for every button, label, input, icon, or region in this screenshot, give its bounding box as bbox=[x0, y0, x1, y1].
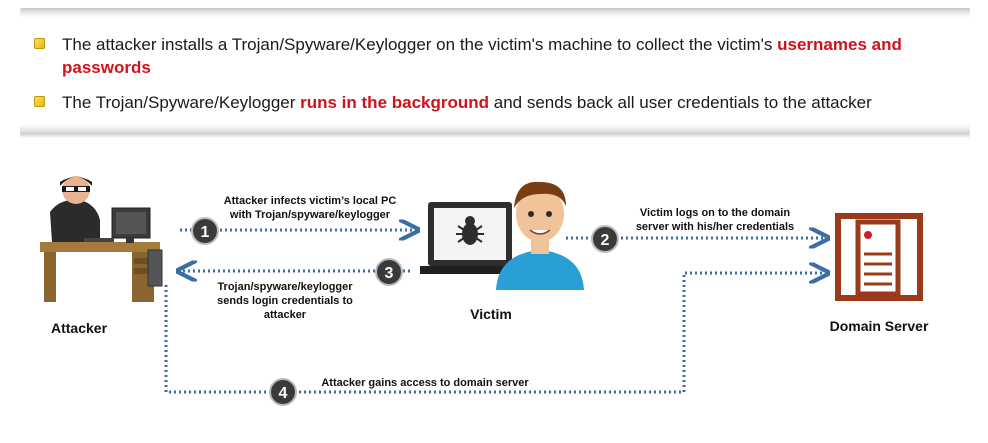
step-1-caption-line-1: Attacker infects victim’s local PC bbox=[224, 195, 397, 207]
step-1-caption-line-2: with Trojan/spyware/keylogger bbox=[229, 209, 391, 221]
bullet-1-text-before: The attacker installs a Trojan/Spyware/K… bbox=[62, 35, 778, 54]
bottom-divider bbox=[20, 124, 970, 138]
bullet-2: The Trojan/Spyware/Keylogger runs in the… bbox=[34, 91, 964, 114]
step-4-caption-line-1: Attacker gains access to domain server bbox=[321, 377, 529, 389]
server-label: Domain Server bbox=[830, 318, 929, 334]
bullet-1: The attacker installs a Trojan/Spyware/K… bbox=[34, 33, 964, 79]
bullet-2-text-after: and sends back all user credentials to t… bbox=[489, 93, 872, 112]
bullet-1-text: The attacker installs a Trojan/Spyware/K… bbox=[62, 33, 964, 79]
victim-icon bbox=[420, 181, 584, 290]
step-number-3: 3 bbox=[385, 265, 394, 282]
server-icon bbox=[835, 213, 923, 301]
step-2-caption-line-2: server with his/her credentials bbox=[636, 221, 794, 233]
attacker-icon bbox=[40, 176, 163, 302]
bullet-square-icon bbox=[34, 38, 45, 49]
step-badge-4: 4 bbox=[269, 378, 297, 406]
victim-label: Victim bbox=[470, 306, 512, 322]
step-3-caption-line-3: attacker bbox=[264, 309, 307, 321]
step-number-2: 2 bbox=[601, 232, 610, 249]
bullet-2-text-before: The Trojan/Spyware/Keylogger bbox=[62, 93, 301, 112]
bullet-square-icon bbox=[34, 96, 45, 107]
step-number-4: 4 bbox=[279, 385, 288, 402]
step-3-caption-line-1: Trojan/spyware/keylogger bbox=[217, 281, 353, 293]
top-divider bbox=[20, 8, 970, 18]
bullet-2-highlight: runs in the background bbox=[300, 93, 490, 112]
step-2-caption-line-1: Victim logs on to the domain bbox=[640, 207, 790, 219]
step-badge-2: 2 bbox=[591, 225, 619, 253]
attack-diagram: Attacker Victim Domain Server 1 2 3 4 At… bbox=[40, 176, 929, 406]
attacker-label: Attacker bbox=[51, 320, 108, 336]
bullet-2-text: The Trojan/Spyware/Keylogger runs in the… bbox=[62, 91, 964, 114]
step-badge-3: 3 bbox=[375, 258, 403, 286]
step-badge-1: 1 bbox=[191, 217, 219, 245]
step-number-1: 1 bbox=[201, 224, 210, 241]
step-3-caption-line-2: sends login credentials to bbox=[217, 295, 353, 307]
